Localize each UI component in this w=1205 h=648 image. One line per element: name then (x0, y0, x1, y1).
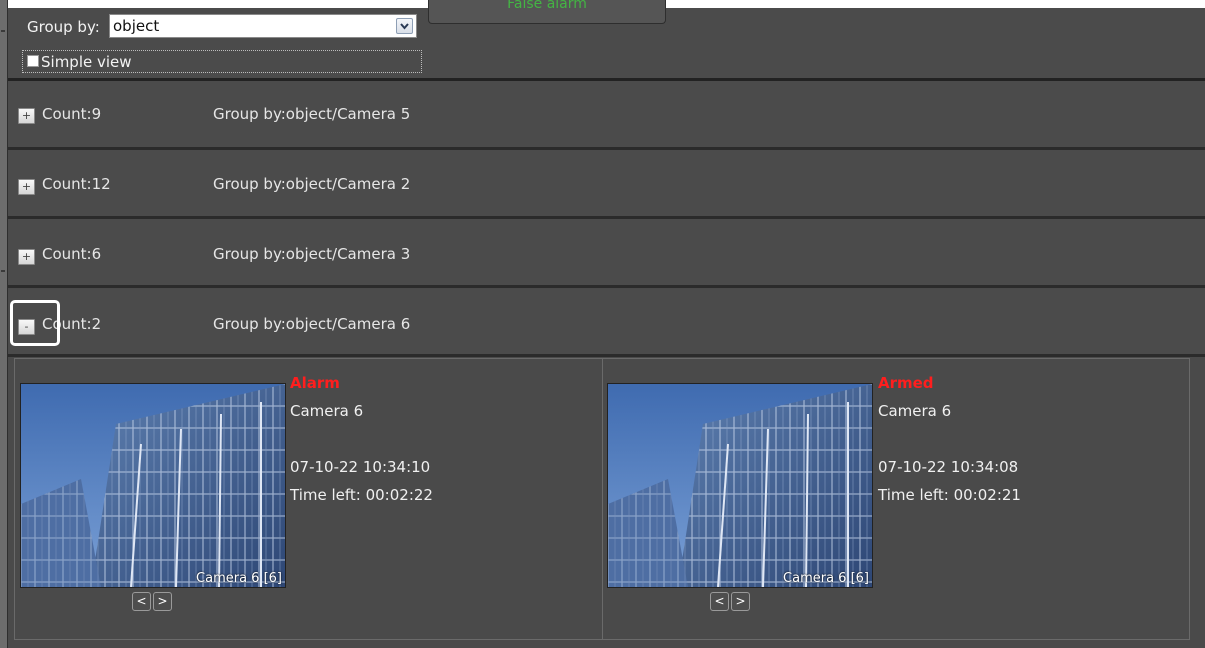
chevron-down-icon[interactable] (396, 18, 413, 34)
group-label: Group by:object/Camera 6 (213, 315, 411, 333)
expand-button[interactable]: + (18, 108, 35, 124)
group-by-select[interactable]: object (109, 14, 417, 38)
alarm-status: Alarm (290, 374, 340, 392)
camera-name: Camera 6 (290, 402, 364, 420)
camera-name: Camera 6 (878, 402, 952, 420)
group-count: Count:6 (42, 245, 102, 263)
expand-button[interactable]: + (18, 249, 35, 265)
camera-thumbnail[interactable]: Camera 6 [6] (20, 383, 286, 588)
highlight-box (10, 300, 60, 346)
group-by-label: Group by: (27, 18, 100, 36)
previous-button[interactable]: < (132, 592, 151, 611)
event-timestamp: 07-10-22 10:34:10 (290, 458, 431, 476)
time-left: Time left: 00:02:21 (878, 486, 1021, 504)
group-row[interactable]: + Count:12 Group by:object/Camera 2 (8, 150, 1205, 219)
false-alarm-button[interactable]: False alarm (428, 0, 666, 24)
next-button[interactable]: > (153, 592, 172, 611)
group-count: Count:12 (42, 175, 111, 193)
strip-mark (1, 270, 5, 272)
thumbnail-caption: Camera 6 [6] (783, 571, 869, 586)
group-label: Group by:object/Camera 3 (213, 245, 411, 263)
camera-thumbnail[interactable]: Camera 6 [6] (607, 383, 873, 588)
event-timestamp: 07-10-22 10:34:08 (878, 458, 1019, 476)
time-left: Time left: 00:02:22 (290, 486, 433, 504)
group-row[interactable]: + Count:6 Group by:object/Camera 3 (8, 219, 1205, 288)
strip-mark (1, 30, 5, 32)
group-row-expanded[interactable]: - Count:2 Group by:object/Camera 6 (8, 289, 1205, 357)
group-count: Count:9 (42, 105, 102, 123)
group-label: Group by:object/Camera 5 (213, 105, 411, 123)
building-image (21, 384, 285, 587)
divider (602, 358, 603, 640)
left-edge-strip (0, 0, 8, 648)
next-button[interactable]: > (731, 592, 750, 611)
armed-status: Armed (878, 374, 934, 392)
previous-button[interactable]: < (710, 592, 729, 611)
expand-button[interactable]: + (18, 179, 35, 195)
building-image (608, 384, 872, 587)
simple-view-label[interactable]: Simple view (41, 53, 132, 71)
group-row[interactable]: + Count:9 Group by:object/Camera 5 (8, 81, 1205, 150)
group-by-value: object (113, 17, 160, 35)
group-label: Group by:object/Camera 2 (213, 175, 411, 193)
thumbnail-caption: Camera 6 [6] (196, 571, 282, 586)
simple-view-checkbox[interactable] (27, 55, 39, 67)
